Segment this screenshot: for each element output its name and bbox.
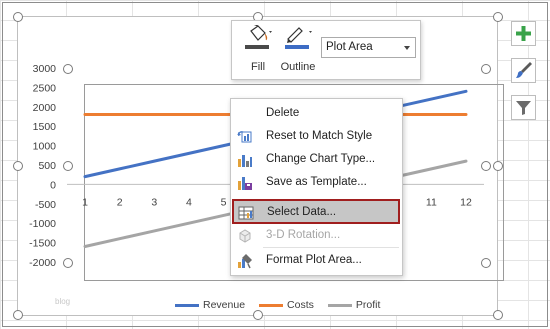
menu-item-format-plot-area[interactable]: Format Plot Area...	[233, 249, 399, 272]
plus-icon	[516, 26, 531, 41]
chart-element-select[interactable]: Plot Area	[321, 37, 416, 58]
filter-icon	[516, 101, 531, 115]
chart-area-handle[interactable]	[13, 12, 23, 22]
select-data-icon	[238, 206, 254, 220]
menu-item-label: Change Chart Type...	[266, 153, 376, 165]
menu-item-label: 3-D Rotation...	[266, 229, 341, 241]
menu-item-label: Reset to Match Style	[266, 130, 373, 142]
plot-area-handle[interactable]	[481, 161, 491, 171]
menu-item-label: Delete	[266, 107, 300, 119]
fill-label: Fill	[250, 61, 266, 73]
legend-label: Costs	[287, 299, 314, 311]
chart-element-select-value: Plot Area	[326, 41, 373, 53]
chevron-down-icon	[404, 46, 410, 50]
plot-area-handle[interactable]	[63, 64, 73, 74]
chart-type-icon	[238, 155, 252, 167]
chart-area-handle[interactable]	[13, 161, 23, 171]
menu-item-change-chart-type[interactable]: Change Chart Type...	[233, 148, 399, 171]
legend-swatch-profit	[327, 303, 352, 307]
menu-item-select-data[interactable]: Select Data...	[232, 199, 400, 224]
legend-label: Profit	[355, 299, 381, 311]
menu-item-label: Save as Template...	[266, 176, 367, 188]
context-menu: Delete Reset to Match Style Change Chart…	[230, 98, 403, 276]
plot-area-handle[interactable]	[63, 258, 73, 268]
menu-item-label: Select Data...	[267, 206, 337, 218]
plot-area-handle[interactable]	[481, 258, 491, 268]
reset-style-icon	[237, 131, 252, 143]
menu-item-save-template[interactable]: Save as Template...	[233, 171, 399, 194]
paintbrush-icon	[516, 62, 532, 78]
menu-item-delete[interactable]: Delete	[233, 102, 399, 125]
chart-area-handle[interactable]	[493, 161, 503, 171]
save-template-icon	[238, 177, 252, 190]
fill-button[interactable]: Fill	[240, 25, 276, 73]
legend-item-costs[interactable]: Costs	[259, 299, 314, 311]
menu-item-label: Format Plot Area...	[266, 254, 362, 266]
outline-label: Outline	[280, 61, 316, 73]
legend-item-profit[interactable]: Profit	[327, 299, 381, 311]
chart-elements-button[interactable]	[511, 21, 536, 46]
legend-swatch-costs	[259, 303, 284, 307]
menu-item-3d-rotation: 3-D Rotation...	[233, 224, 399, 247]
chart-area-handle[interactable]	[493, 310, 503, 320]
chart-area-handle[interactable]	[253, 310, 263, 320]
legend-swatch-revenue	[175, 303, 199, 307]
paint-bucket-icon	[245, 25, 272, 49]
legend-item-revenue[interactable]: Revenue	[175, 299, 245, 311]
chart-area-handle[interactable]	[493, 12, 503, 22]
menu-separator	[263, 247, 399, 248]
chart-styles-button[interactable]	[511, 58, 536, 83]
chart-legend[interactable]: Revenue Costs Profit	[175, 298, 380, 312]
legend-label: Revenue	[203, 299, 246, 311]
format-area-icon	[238, 254, 252, 269]
mini-toolbar: Fill Outline Plot Area	[231, 20, 421, 80]
plot-area-handle[interactable]	[481, 64, 491, 74]
rotation-3d-icon	[239, 229, 251, 243]
chart-filters-button[interactable]	[511, 95, 536, 120]
watermark: blog	[55, 297, 71, 306]
menu-item-reset-style[interactable]: Reset to Match Style	[233, 125, 399, 148]
outline-button[interactable]: Outline	[278, 25, 318, 73]
pen-outline-icon	[285, 27, 312, 49]
chart-area-handle[interactable]	[13, 310, 23, 320]
plot-area-handle[interactable]	[63, 161, 73, 171]
